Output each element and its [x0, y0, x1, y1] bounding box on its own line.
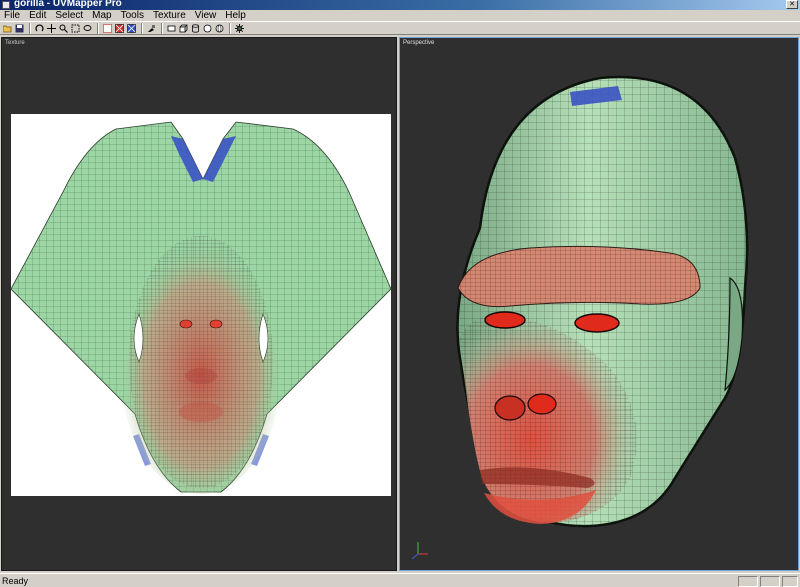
- axis-gizmo-icon: [411, 542, 428, 560]
- toolbar-separator: [161, 22, 163, 34]
- view-globe-icon[interactable]: [214, 23, 225, 34]
- menu-view[interactable]: View: [195, 10, 217, 21]
- show-blue-icon[interactable]: [126, 23, 137, 34]
- paint-icon[interactable]: [146, 23, 157, 34]
- close-button[interactable]: ✕: [786, 0, 798, 9]
- texture-canvas[interactable]: [11, 114, 391, 496]
- toolbar: [0, 21, 800, 35]
- menu-select[interactable]: Select: [55, 10, 83, 21]
- menu-file[interactable]: File: [4, 10, 20, 21]
- view-plane-icon[interactable]: [166, 23, 177, 34]
- status-cell: [760, 576, 780, 587]
- window-title: gorilla - UVMapper Pro: [14, 0, 122, 9]
- zoom-icon[interactable]: [58, 23, 69, 34]
- status-cell: [782, 576, 798, 587]
- app-window: gorilla - UVMapper Pro ✕ File Edit Selec…: [0, 0, 800, 587]
- menu-map[interactable]: Map: [92, 10, 111, 21]
- open-icon[interactable]: [2, 23, 13, 34]
- toolbar-separator: [97, 22, 99, 34]
- save-icon[interactable]: [14, 23, 25, 34]
- nostril-left: [494, 395, 526, 421]
- title-bar[interactable]: gorilla - UVMapper Pro ✕: [0, 0, 800, 10]
- view-cylinder-icon[interactable]: [190, 23, 201, 34]
- status-cell: [738, 576, 758, 587]
- status-text: Ready: [2, 576, 29, 586]
- menu-tools[interactable]: Tools: [121, 10, 144, 21]
- menu-texture[interactable]: Texture: [153, 10, 186, 21]
- app-icon: [2, 1, 10, 9]
- perspective-viewport[interactable]: Perspective: [399, 37, 799, 571]
- select-rect-icon[interactable]: [70, 23, 81, 34]
- texture-viewport[interactable]: Texture: [1, 37, 397, 571]
- settings-gear-icon[interactable]: [234, 23, 245, 34]
- rotate-icon[interactable]: [34, 23, 45, 34]
- pan-icon[interactable]: [46, 23, 57, 34]
- menu-help[interactable]: Help: [225, 10, 246, 21]
- view-sphere-icon[interactable]: [202, 23, 213, 34]
- grid-icon[interactable]: [102, 23, 113, 34]
- toolbar-separator: [29, 22, 31, 34]
- gorilla-head-model[interactable]: [400, 38, 799, 571]
- uv-map[interactable]: [11, 114, 391, 496]
- toolbar-separator: [141, 22, 143, 34]
- nostril-right: [527, 393, 557, 415]
- menu-edit[interactable]: Edit: [29, 10, 46, 21]
- eye-left: [484, 311, 526, 329]
- view-cube-icon[interactable]: [178, 23, 189, 34]
- texture-viewport-label: Texture: [5, 40, 25, 46]
- status-bar: Ready: [0, 573, 800, 587]
- select-lasso-icon[interactable]: [82, 23, 93, 34]
- show-red-icon[interactable]: [114, 23, 125, 34]
- eye-right: [574, 313, 620, 333]
- menu-bar: File Edit Select Map Tools Texture View …: [0, 10, 800, 21]
- toolbar-separator: [229, 22, 231, 34]
